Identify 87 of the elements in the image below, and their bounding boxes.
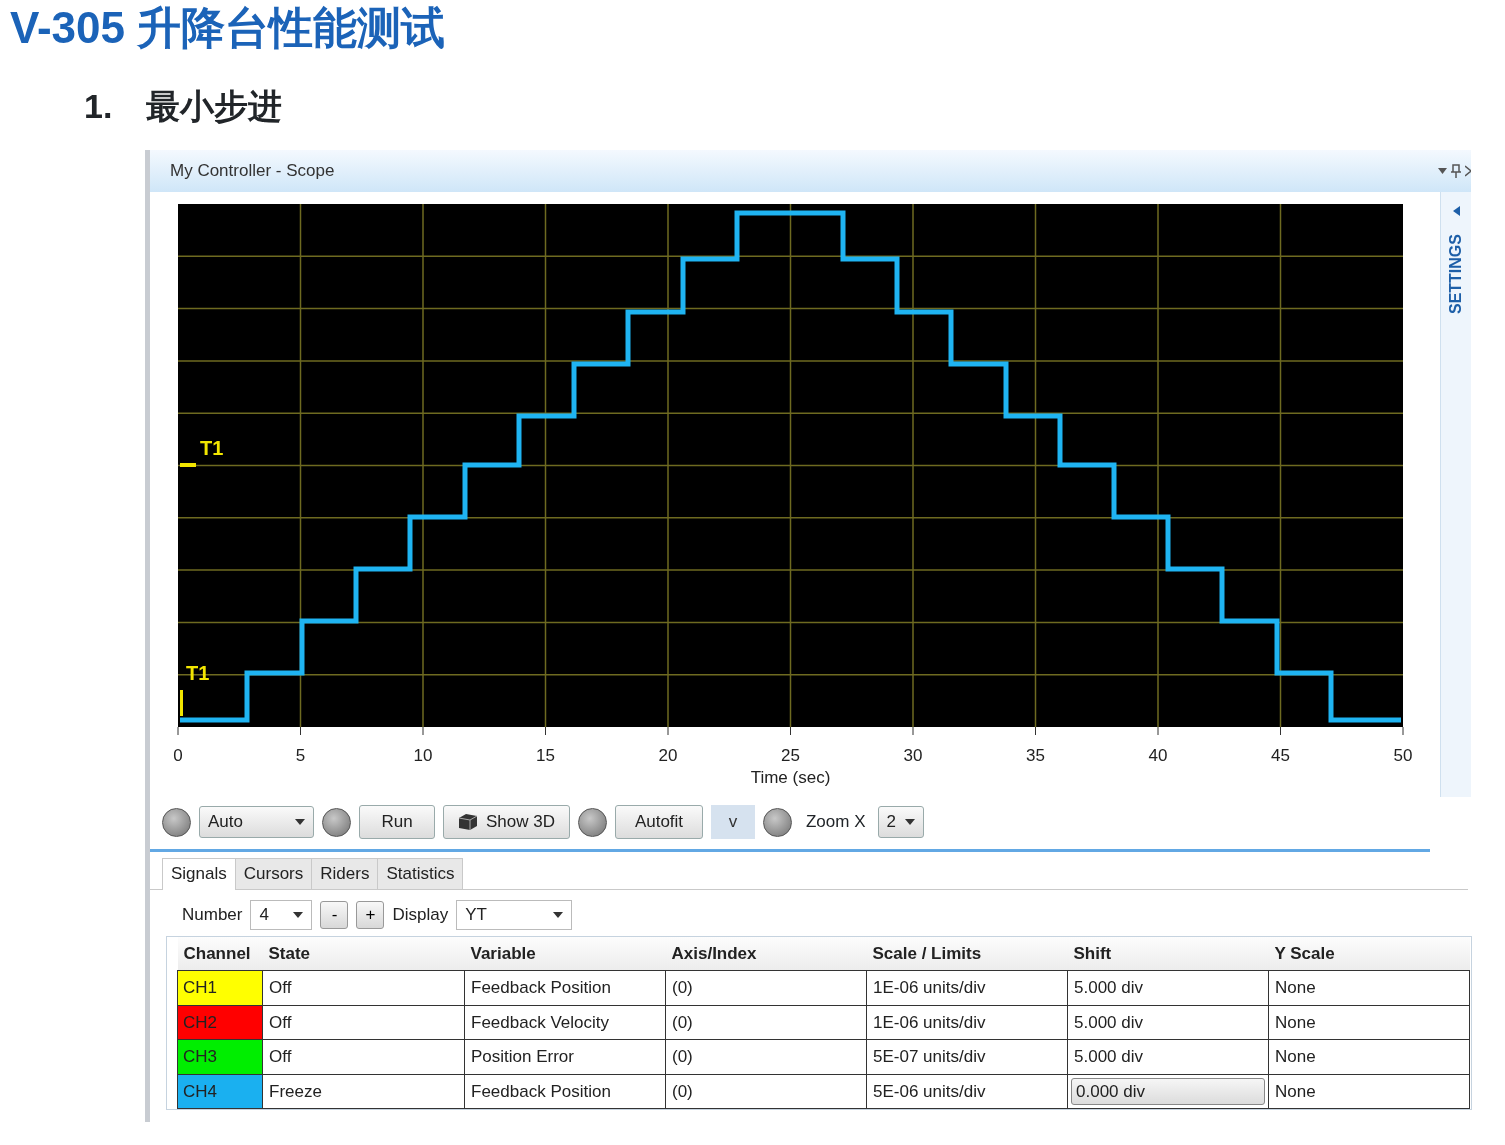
- axis-tick-label: 25: [781, 746, 800, 765]
- cursor-marker: [180, 690, 183, 716]
- plus-button[interactable]: +: [356, 900, 385, 929]
- run-button[interactable]: Run: [359, 805, 435, 839]
- channel-cell: CH1: [177, 970, 263, 1005]
- column-header: Variable: [464, 936, 666, 971]
- table-cell: 1E-06 units/div: [866, 1005, 1068, 1040]
- table-cell: (0): [665, 1005, 867, 1040]
- column-header: Axis/Index: [665, 936, 867, 971]
- zoom-label: Zoom X: [806, 811, 866, 834]
- table-cell: (0): [665, 1039, 867, 1074]
- column-header: Channel: [177, 936, 263, 971]
- number-dropdown[interactable]: 4: [250, 899, 313, 930]
- axis-tick-label: 50: [1393, 746, 1413, 765]
- channel-cell: CH2: [177, 1005, 263, 1040]
- axis-tick-label: 30: [903, 746, 923, 765]
- table-cell: None: [1268, 1074, 1470, 1109]
- table-cell: Feedback Velocity: [464, 1005, 666, 1040]
- axis-tick-label: 15: [536, 746, 555, 765]
- column-header: Scale / Limits: [866, 936, 1068, 971]
- channel-cell: CH4: [177, 1074, 263, 1109]
- minus-button[interactable]: -: [320, 900, 349, 929]
- tab[interactable]: Signals: [162, 858, 236, 890]
- window-title: My Controller - Scope: [170, 160, 335, 183]
- caret-icon: [904, 819, 915, 825]
- round-indicator-button[interactable]: [578, 807, 607, 837]
- axis-tick-label: 45: [1271, 746, 1290, 765]
- section-title: 最小步进: [146, 86, 283, 127]
- caret-icon: [295, 819, 305, 825]
- cursor-label: T1: [200, 437, 224, 459]
- cube-icon: [458, 813, 478, 831]
- zoom-dropdown[interactable]: 2: [877, 806, 924, 838]
- axis-tick-label: 0: [173, 746, 183, 765]
- column-header: State: [262, 936, 465, 971]
- autofit-button[interactable]: Autofit: [615, 805, 703, 839]
- axis-tick-label: 10: [413, 746, 433, 765]
- table-cell: Off: [262, 970, 465, 1005]
- round-indicator-button[interactable]: [162, 807, 191, 837]
- tab[interactable]: Riders: [311, 858, 379, 889]
- table-cell: 5.000 div: [1067, 1005, 1269, 1040]
- round-indicator-button[interactable]: [763, 807, 792, 837]
- table-cell: Position Error: [464, 1039, 666, 1074]
- axis-tick-label: 35: [1026, 746, 1045, 765]
- table-cell: None: [1268, 1005, 1470, 1040]
- pin-icon[interactable]: [1451, 164, 1461, 178]
- display-label: Display: [392, 903, 449, 926]
- axis-tick-label: 20: [658, 746, 678, 765]
- axis-tick-label: 5: [295, 746, 306, 765]
- table-cell: 5E-07 units/div: [866, 1039, 1068, 1074]
- table-cell: None: [1268, 1039, 1470, 1074]
- round-indicator-button[interactable]: [322, 807, 351, 837]
- table-cell: 5.000 div: [1067, 970, 1269, 1005]
- table-cell: Off: [262, 1039, 465, 1074]
- show-3d-button[interactable]: Show 3D: [443, 805, 570, 839]
- dropdown-icon[interactable]: [1438, 168, 1447, 174]
- cursor-label: T1: [186, 662, 210, 684]
- display-dropdown[interactable]: YT: [456, 899, 573, 930]
- table-cell: 5.000 div: [1067, 1039, 1269, 1074]
- section-number: 1.: [84, 86, 113, 127]
- axis-title: Time (sec): [750, 768, 831, 787]
- column-header: Shift: [1067, 936, 1269, 971]
- collapse-arrow-icon[interactable]: [1452, 206, 1460, 216]
- table-cell: (0): [665, 1074, 867, 1109]
- channel-cell: CH3: [177, 1039, 263, 1074]
- table-cell: None: [1268, 970, 1470, 1005]
- trigger-mode-dropdown[interactable]: Auto: [199, 806, 314, 838]
- table-cell: 5E-06 units/div: [866, 1074, 1068, 1109]
- settings-panel-tab[interactable]: SETTINGS: [1440, 192, 1471, 797]
- table-cell: Feedback Position: [464, 970, 666, 1005]
- tab[interactable]: Cursors: [234, 858, 313, 889]
- v-button[interactable]: v: [711, 805, 755, 839]
- table-cell: Feedback Position: [464, 1074, 666, 1109]
- table-cell: Off: [262, 1005, 465, 1040]
- column-header: Y Scale: [1268, 936, 1470, 971]
- tab[interactable]: Statistics: [377, 858, 464, 889]
- table-cell: Freeze: [262, 1074, 465, 1109]
- axis-tick-label: 40: [1148, 746, 1168, 765]
- table-cell: (0): [665, 970, 867, 1005]
- close-icon[interactable]: [1465, 165, 1471, 177]
- number-label: Number: [182, 903, 243, 926]
- table-cell: 1E-06 units/div: [866, 970, 1068, 1005]
- shift-input-field[interactable]: 0.000 div: [1071, 1077, 1265, 1105]
- page-title: V-305 升降台性能测试: [10, 2, 447, 54]
- caret-icon: [553, 911, 564, 918]
- settings-label: SETTINGS: [1446, 234, 1465, 314]
- caret-icon: [293, 911, 304, 918]
- cursor-marker: [180, 463, 196, 467]
